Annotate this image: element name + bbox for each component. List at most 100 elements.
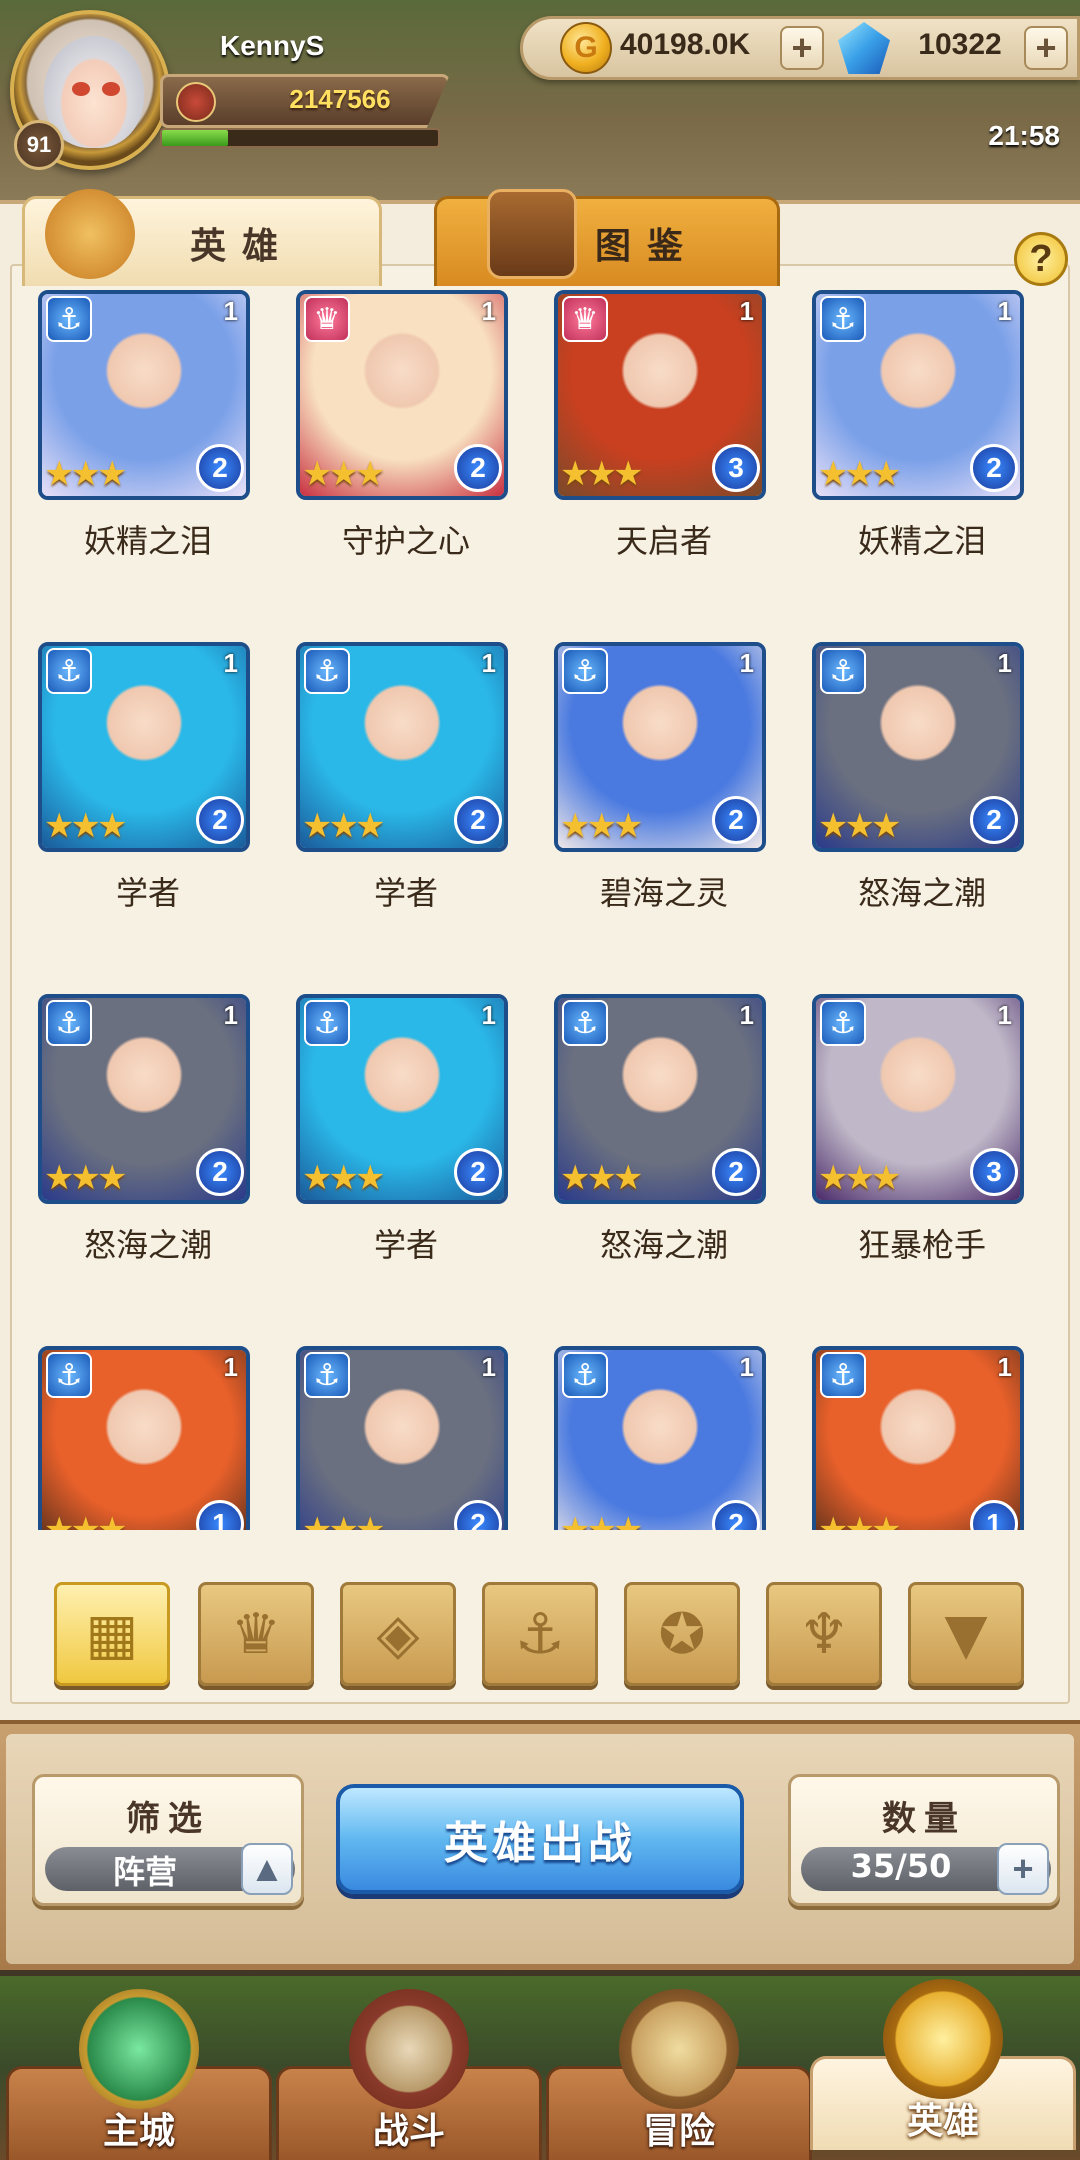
crown-faction-icon: ♛ <box>562 296 608 342</box>
filter-dropdown[interactable]: 阵营 ▲ <box>45 1843 295 1895</box>
faction-filter-button[interactable]: ♆ <box>766 1582 882 1686</box>
hero-level: 1 <box>997 648 1012 678</box>
faction-filter-button[interactable]: ▼ <box>908 1582 1024 1686</box>
hero-stars: ★★★ <box>44 1510 127 1530</box>
hero-card[interactable]: ⚓ 1 ★★★ 2 妖精之泪 <box>28 290 250 620</box>
hero-rank-badge: 2 <box>196 1148 244 1196</box>
hero-card[interactable]: ♛ 1 ★★★ 2 守护之心 <box>286 290 508 620</box>
expand-capacity-button[interactable]: + <box>997 1843 1049 1895</box>
hero-name: 天启者 <box>615 522 712 560</box>
tab-codex[interactable]: 图鉴 <box>434 189 780 286</box>
hero-card[interactable]: ⚓ 1 ★★★ 2 碧海之灵 <box>544 642 766 972</box>
diamond-faction-icon: ◈ <box>376 1601 420 1667</box>
deploy-heroes-button[interactable]: 英雄出战 <box>336 1784 744 1894</box>
faction-filter-button[interactable]: ♛ <box>198 1582 314 1686</box>
anchor-faction-icon: ⚓ <box>562 648 608 694</box>
hero-portrait-frame: ⚓ 1 ★★★ 2 <box>554 642 766 852</box>
hero-helmet-icon <box>883 1979 1003 2099</box>
hero-level: 1 <box>223 648 238 678</box>
hero-level: 1 <box>223 1000 238 1030</box>
crossed-swords-icon <box>349 1989 469 2109</box>
faction-filter-button[interactable]: ⚓ <box>482 1582 598 1686</box>
hero-stars: ★★★ <box>560 1510 643 1530</box>
anchor-faction-icon: ⚓ <box>304 648 350 694</box>
hero-level: 1 <box>997 1352 1012 1382</box>
hero-card[interactable]: ⚓ 1 ★★★ 2 怒海之潮 <box>28 994 250 1324</box>
anchor-faction-icon: ⚓ <box>820 296 866 342</box>
hero-card[interactable]: ⚓ 1 ★★★ 2 怒海之潮 <box>544 994 766 1324</box>
add-gems-button[interactable]: + <box>1024 26 1068 70</box>
hero-portrait-frame: ⚓ 1 ★★★ 3 <box>812 994 1024 1204</box>
faction-filter-row: ▦ ♛ ◈ ⚓ ✪ ♆ ▼ <box>0 1568 1080 1688</box>
hero-level: 1 <box>739 1352 754 1382</box>
hero-name: 妖精之泪 <box>83 522 212 560</box>
horn-faction-icon: ♆ <box>798 1601 850 1667</box>
hero-stars: ★★★ <box>302 1510 385 1530</box>
hero-level: 1 <box>739 1000 754 1030</box>
hero-portrait-frame: ⚓ 1 ★★★ 2 <box>38 290 250 500</box>
wing-faction-icon: ▼ <box>944 1601 988 1667</box>
experience-bar-fill <box>162 130 229 146</box>
hero-card[interactable]: ⚓ 1 ★★★ 2 <box>286 1346 508 1530</box>
filter-box: 筛选 阵营 ▲ <box>32 1774 304 1906</box>
magnifier-icon <box>487 189 577 279</box>
add-gold-button[interactable]: + <box>780 26 824 70</box>
hero-name: 怒海之潮 <box>599 1226 728 1264</box>
hero-card[interactable]: ⚓ 1 ★★★ 1 <box>802 1346 1024 1530</box>
hero-card[interactable]: ⚓ 1 ★★★ 2 学者 <box>286 642 508 972</box>
hero-stars: ★★★ <box>560 806 643 846</box>
player-name: KennyS <box>220 30 325 61</box>
hero-rank-badge: 2 <box>454 1148 502 1196</box>
hero-stars: ★★★ <box>818 1158 901 1198</box>
hero-portrait-frame: ♛ 1 ★★★ 2 <box>296 290 508 500</box>
avatar-eye-right <box>102 82 120 96</box>
hero-grid: ⚓ 1 ★★★ 2 妖精之泪 ♛ 1 ★★★ 2 守护之心 ♛ 1 ★★★ 3 … <box>28 290 1058 1530</box>
hero-card[interactable]: ⚓ 1 ★★★ 2 妖精之泪 <box>802 290 1024 620</box>
hero-level: 1 <box>481 296 496 326</box>
anchor-faction-icon: ⚓ <box>304 1000 350 1046</box>
hero-portrait-frame: ⚓ 1 ★★★ 2 <box>296 994 508 1204</box>
faction-filter-button[interactable]: ▦ <box>54 1582 170 1686</box>
anchor-faction-icon: ⚓ <box>820 648 866 694</box>
nav-battle[interactable]: 战斗 <box>276 1989 542 2160</box>
hero-stars: ★★★ <box>818 454 901 494</box>
hero-card[interactable]: ⚓ 1 ★★★ 2 学者 <box>28 642 250 972</box>
hero-portrait-frame: ⚓ 1 ★★★ 1 <box>812 1346 1024 1530</box>
hero-card[interactable]: ⚓ 1 ★★★ 2 <box>544 1346 766 1530</box>
hero-stars: ★★★ <box>818 806 901 846</box>
faction-filter-button[interactable]: ◈ <box>340 1582 456 1686</box>
nav-adventure[interactable]: 冒险 <box>546 1989 812 2160</box>
nav-main-city[interactable]: 主城 <box>6 1989 272 2160</box>
hero-card[interactable]: ⚓ 1 ★★★ 1 <box>28 1346 250 1530</box>
helmet-icon <box>45 189 135 279</box>
dropdown-arrow-icon[interactable]: ▲ <box>241 1843 293 1895</box>
hero-count-pill: 35/50 + <box>801 1843 1051 1895</box>
hero-stars: ★★★ <box>560 454 643 494</box>
help-button[interactable]: ? <box>1014 232 1068 286</box>
hero-level: 1 <box>223 1352 238 1382</box>
hero-level: 1 <box>223 296 238 326</box>
player-level-badge: 91 <box>14 120 64 170</box>
faction-filter-button[interactable]: ✪ <box>624 1582 740 1686</box>
hero-card[interactable]: ⚓ 1 ★★★ 2 学者 <box>286 994 508 1324</box>
hero-stars: ★★★ <box>302 454 385 494</box>
nav-heroes[interactable]: 英雄 <box>810 1979 1076 2150</box>
anchor-faction-icon: ⚓ <box>46 1000 92 1046</box>
hero-rank-badge: 3 <box>712 444 760 492</box>
gold-coin-icon: G <box>560 22 612 74</box>
map-scroll-icon <box>619 1989 739 2109</box>
combat-power-value: 2147566 <box>289 84 391 114</box>
hero-card[interactable]: ⚓ 1 ★★★ 2 怒海之潮 <box>802 642 1024 972</box>
hero-card[interactable]: ♛ 1 ★★★ 3 天启者 <box>544 290 766 620</box>
anchor-faction-icon: ⚓ <box>562 1352 608 1398</box>
nav-adventure-label: 冒险 <box>642 2111 715 2152</box>
hero-rank-badge: 2 <box>196 444 244 492</box>
hero-stars: ★★★ <box>302 806 385 846</box>
anchor-faction-icon: ⚓ <box>46 648 92 694</box>
tab-heroes[interactable]: 英雄 <box>22 189 382 286</box>
hero-portrait-frame: ⚓ 1 ★★★ 1 <box>38 1346 250 1530</box>
anchor-faction-icon: ⚓ <box>820 1000 866 1046</box>
beast-faction-icon: ✪ <box>658 1601 706 1667</box>
hero-card[interactable]: ⚓ 1 ★★★ 3 狂暴枪手 <box>802 994 1024 1324</box>
hero-name: 怒海之潮 <box>857 874 986 912</box>
